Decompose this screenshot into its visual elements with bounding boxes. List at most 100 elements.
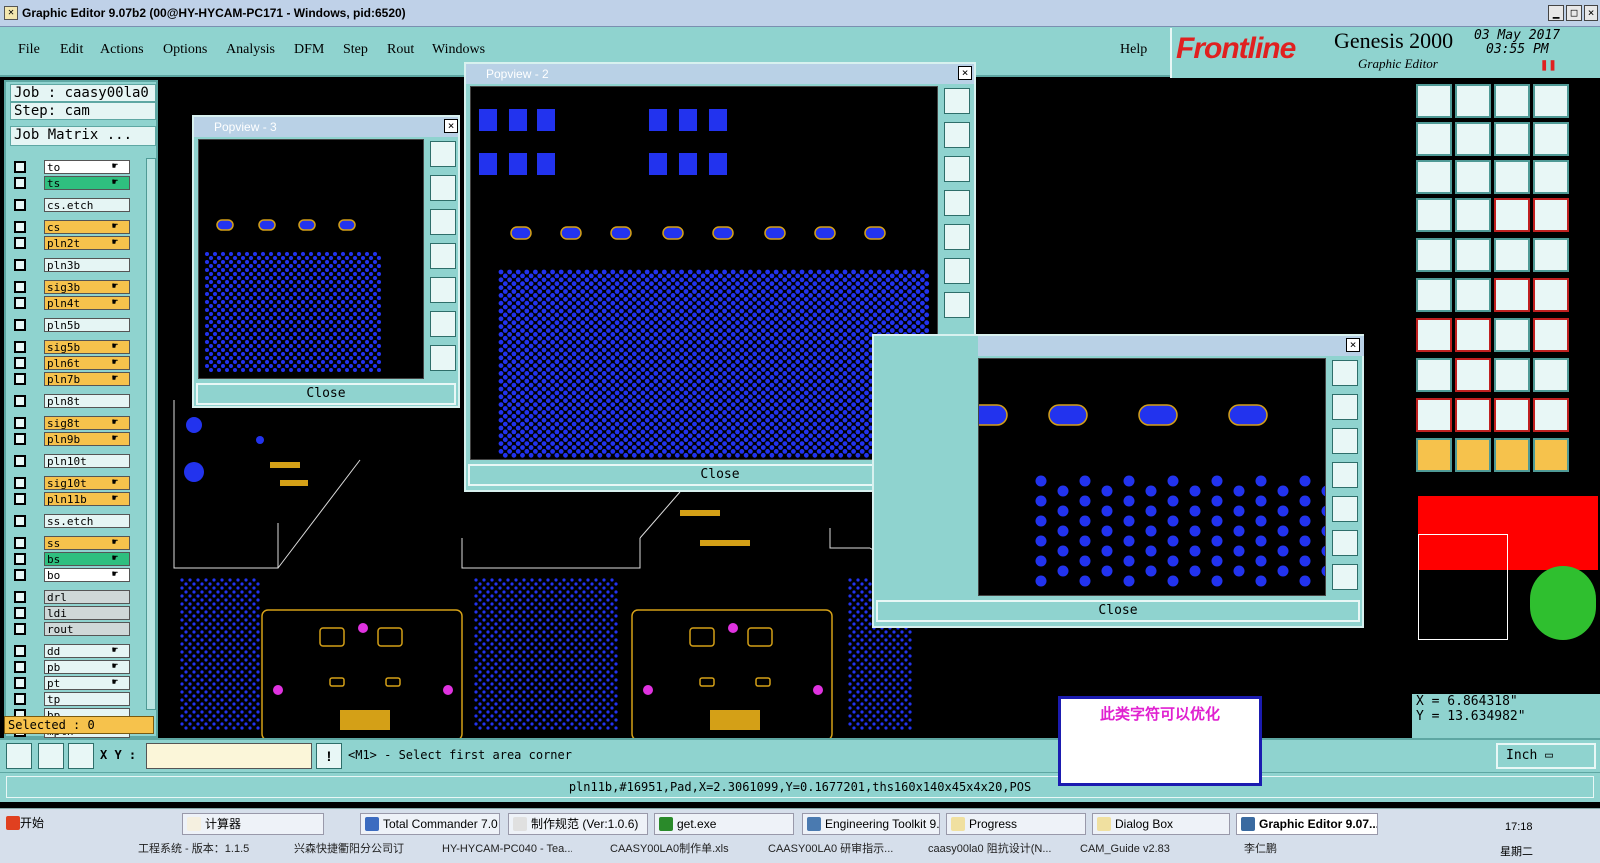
layer-checkbox[interactable]	[14, 221, 26, 233]
layer-checkbox[interactable]	[14, 477, 26, 489]
connect-icon[interactable]	[1416, 278, 1452, 312]
zoom-home-icon[interactable]	[430, 345, 456, 371]
pan-left-icon[interactable]	[944, 190, 970, 216]
layer-checkbox[interactable]	[14, 623, 26, 635]
tri-red-icon[interactable]	[1416, 398, 1452, 432]
job-matrix-button[interactable]: Job Matrix ...	[10, 126, 156, 146]
slash-red-icon[interactable]	[1455, 318, 1491, 352]
layer-checkbox[interactable]	[14, 693, 26, 705]
open-job-icon[interactable]	[1416, 84, 1452, 118]
layer-checkbox[interactable]	[14, 237, 26, 249]
zoom-area-icon[interactable]	[1332, 530, 1358, 556]
home-icon[interactable]	[1494, 84, 1530, 118]
layer-row-pln4t[interactable]: pln4t ☛	[10, 296, 140, 310]
layer-row-sig8t[interactable]: sig8t ☛	[10, 416, 140, 430]
menu-actions[interactable]: Actions	[100, 42, 144, 58]
menu-help[interactable]: Help	[1120, 42, 1147, 58]
arrow-red-icon[interactable]	[1494, 278, 1530, 312]
layer-checkbox[interactable]	[14, 645, 26, 657]
layer-checkbox[interactable]	[14, 297, 26, 309]
popview-3-view[interactable]	[198, 139, 424, 379]
cross-icon[interactable]	[1455, 278, 1491, 312]
floating-badge[interactable]	[1530, 566, 1596, 640]
minimize-button[interactable]: ▁	[1548, 5, 1564, 21]
layers-icon[interactable]	[1416, 198, 1452, 232]
tri-red2-icon[interactable]	[1455, 398, 1491, 432]
layer-checkbox[interactable]	[14, 569, 26, 581]
zoom-home-icon[interactable]	[944, 292, 970, 318]
undo-icon[interactable]	[1494, 318, 1530, 352]
layer-row-sig10t[interactable]: sig10t ☛	[10, 476, 140, 490]
zoom-in-icon[interactable]	[1332, 394, 1358, 420]
copy-icon[interactable]	[1533, 122, 1569, 156]
help-icon[interactable]	[1533, 160, 1569, 194]
layer-row-pb[interactable]: pb ☛	[10, 660, 140, 674]
layer-checkbox[interactable]	[14, 319, 26, 331]
popview-1-view[interactable]	[978, 358, 1326, 596]
layer-row-tp[interactable]: tp	[10, 692, 140, 706]
taskbar-item-secondary[interactable]: 李仁鹏	[1226, 839, 1374, 859]
pan-right-icon[interactable]	[430, 277, 456, 303]
taskbar-item[interactable]: 制作规范 (Ver:1.0.6)	[508, 813, 648, 835]
layer-row-pln10t[interactable]: pln10t	[10, 454, 140, 468]
pin-red-icon[interactable]	[1533, 318, 1569, 352]
split-icon[interactable]	[1494, 358, 1530, 392]
layer-checkbox[interactable]	[14, 341, 26, 353]
menu-step[interactable]: Step	[343, 42, 368, 58]
menu-windows[interactable]: Windows	[432, 42, 485, 58]
layer-name[interactable]: pln10t	[44, 454, 130, 468]
tri-red3-icon[interactable]	[1494, 398, 1530, 432]
layer-checkbox[interactable]	[14, 677, 26, 689]
move-right-icon[interactable]	[1455, 122, 1491, 156]
layer-checkbox[interactable]	[14, 373, 26, 385]
layer-row-pln6t[interactable]: pln6t ☛	[10, 356, 140, 370]
layer-checkbox[interactable]	[14, 661, 26, 673]
pointer2-icon[interactable]	[1455, 438, 1491, 472]
grid-icon[interactable]	[68, 743, 94, 769]
layer-row-ldi[interactable]: ldi	[10, 606, 140, 620]
units-selector[interactable]: Inch ▭	[1496, 743, 1596, 769]
layer-row-pln2t[interactable]: pln2t ☛	[10, 236, 140, 250]
grid-icon[interactable]	[1455, 198, 1491, 232]
popview-1-close-button[interactable]: Close	[876, 600, 1360, 622]
close-window-button[interactable]: ×	[1584, 5, 1598, 21]
zoom-fit-icon[interactable]	[944, 88, 970, 114]
arrow-red2-icon[interactable]	[1533, 278, 1569, 312]
pan-left-icon[interactable]	[1332, 462, 1358, 488]
taskbar-item[interactable]: Progress	[946, 813, 1086, 835]
layer-row-drl[interactable]: drl	[10, 590, 140, 604]
layer-row-sig3b[interactable]: sig3b ☛	[10, 280, 140, 294]
add-icon[interactable]	[1416, 238, 1452, 272]
layer-row-cs[interactable]: cs ☛	[10, 220, 140, 234]
taskbar-item[interactable]: Dialog Box	[1092, 813, 1230, 835]
taskbar-item-secondary[interactable]: caasy00la0 阻抗设计(N...	[910, 839, 1058, 859]
layer-checkbox[interactable]	[14, 493, 26, 505]
taskbar-item-secondary[interactable]: 工程系统 - 版本：1.1.5	[120, 839, 268, 859]
layer-row-pln3b[interactable]: pln3b	[10, 258, 140, 272]
layer-name[interactable]: tp	[44, 692, 130, 706]
zoom-out-icon[interactable]	[1332, 428, 1358, 454]
layer-checkbox[interactable]	[14, 177, 26, 189]
menu-edit[interactable]: Edit	[60, 42, 83, 58]
taskbar-item[interactable]: 计算器	[182, 813, 324, 835]
layer-checkbox[interactable]	[14, 607, 26, 619]
layer-row-bs[interactable]: bs ☛	[10, 552, 140, 566]
popview-3-close-button[interactable]: Close	[196, 383, 456, 405]
measure-icon[interactable]	[6, 743, 32, 769]
xy-input[interactable]	[146, 743, 312, 769]
taskbar-item-secondary[interactable]: CAASY00LA0 研审指示...	[750, 839, 898, 859]
pointer4-icon[interactable]	[1533, 438, 1569, 472]
move-left-icon[interactable]	[1416, 122, 1452, 156]
layer-checkbox[interactable]	[14, 357, 26, 369]
zoom-area-icon[interactable]	[430, 311, 456, 337]
taskbar-item[interactable]: Engineering Toolkit 9....	[802, 813, 940, 835]
start-button[interactable]: 开始	[2, 813, 48, 835]
pan-left-icon[interactable]	[430, 243, 456, 269]
ruler-icon[interactable]	[1494, 238, 1530, 272]
taskbar-item[interactable]: get.exe	[654, 813, 794, 835]
layer-checkbox[interactable]	[14, 161, 26, 173]
popview-2-view[interactable]	[470, 86, 938, 460]
scale-icon[interactable]	[1494, 160, 1530, 194]
menu-rout[interactable]: Rout	[387, 42, 414, 58]
zoom-fit-icon[interactable]	[430, 141, 456, 167]
